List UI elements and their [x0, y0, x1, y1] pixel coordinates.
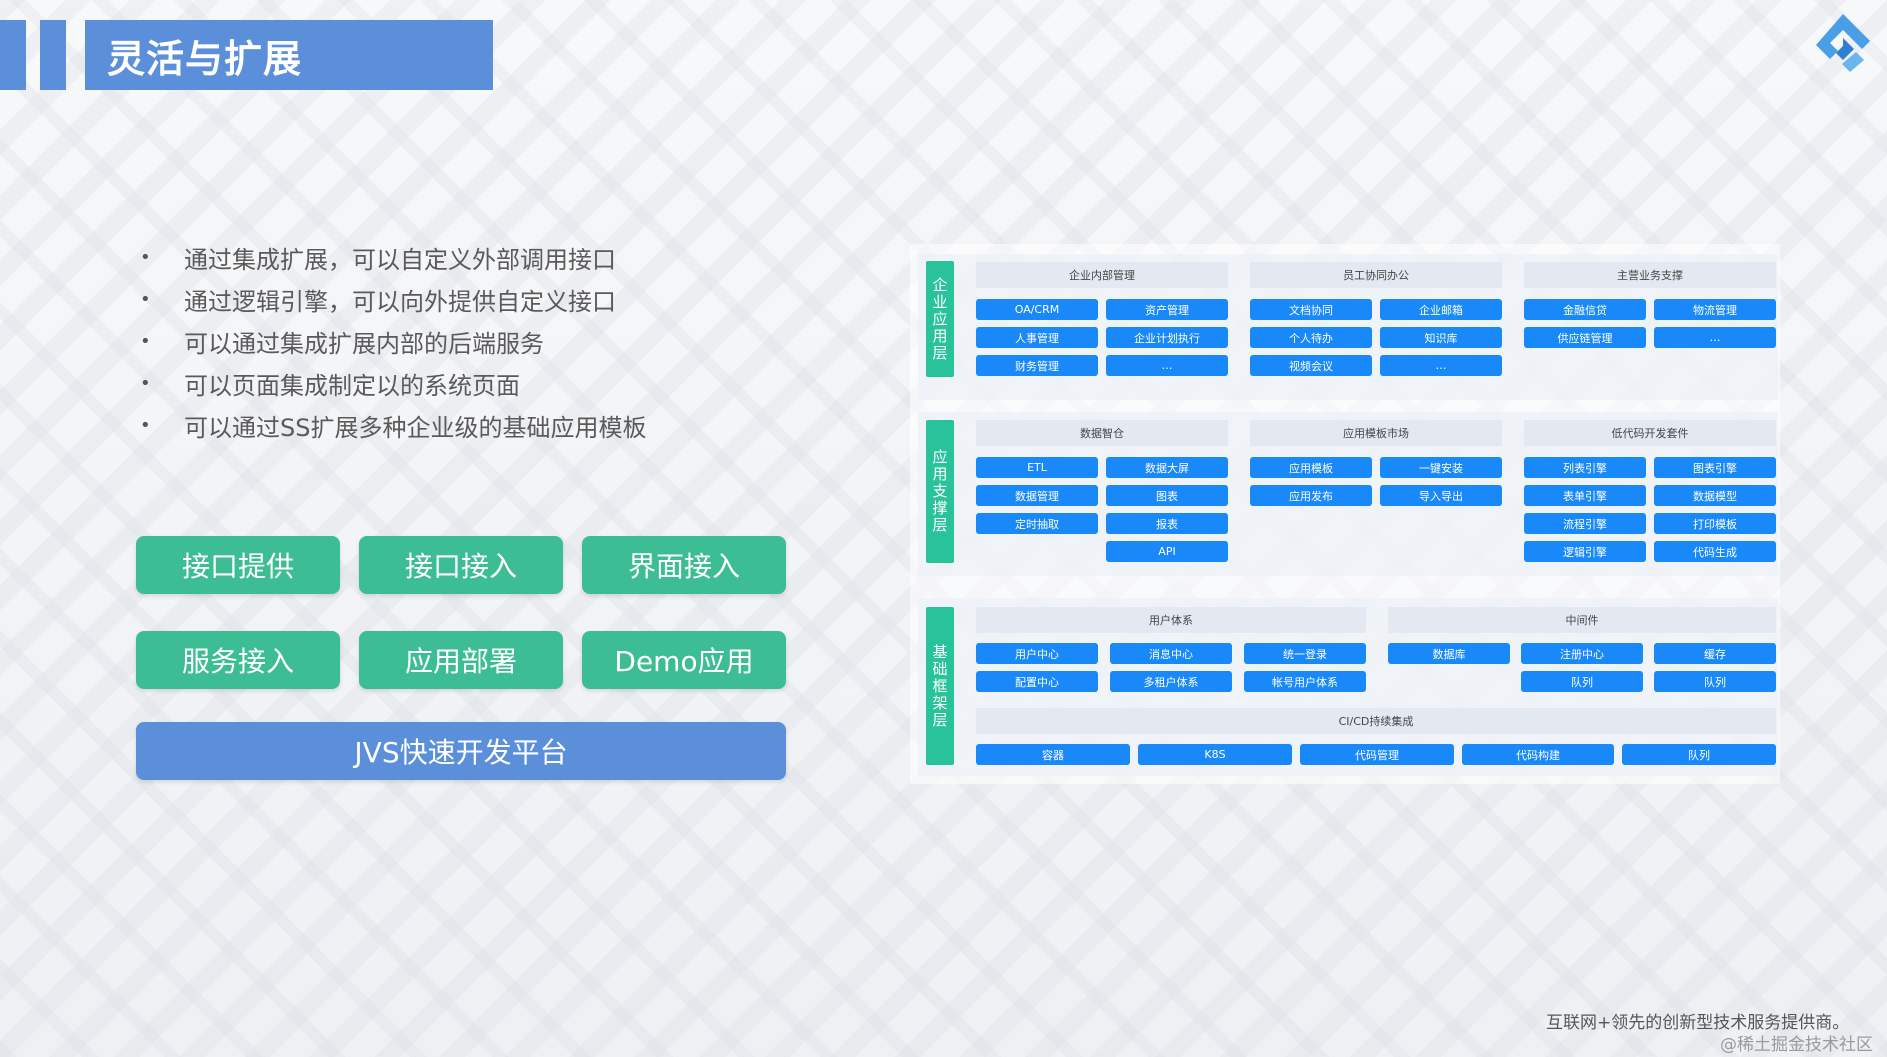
app-deploy-button[interactable]: 应用部署: [359, 631, 563, 689]
section-header: 主营业务支撑: [1524, 262, 1776, 288]
module-chip: 消息中心: [1110, 643, 1232, 664]
module-chip: 容器: [976, 744, 1130, 765]
layer-label-support: 应用支撑层: [926, 420, 954, 563]
module-chip: 个人待办: [1250, 327, 1372, 348]
logo-icon: [1816, 14, 1870, 72]
module-chip: …: [1380, 355, 1502, 376]
module-chip: 资产管理: [1106, 299, 1228, 320]
module-chip: 列表引擎: [1524, 457, 1646, 478]
module-chip: 统一登录: [1244, 643, 1366, 664]
module-chip: 帐号用户体系: [1244, 671, 1366, 692]
list-item: • 通过集成扩展，可以自定义外部调用接口: [140, 236, 646, 278]
module-chip: 代码生成: [1654, 541, 1776, 562]
section-header: 低代码开发套件: [1524, 420, 1776, 446]
module-chip: …: [1654, 327, 1776, 348]
module-chip: 企业邮箱: [1380, 299, 1502, 320]
module-chip: 金融信贷: [1524, 299, 1646, 320]
title-banner: 灵活与扩展: [85, 20, 493, 90]
section-header: 员工协同办公: [1250, 262, 1502, 288]
section-header: 企业内部管理: [976, 262, 1228, 288]
service-access-button[interactable]: 服务接入: [136, 631, 340, 689]
module-chip: 流程引擎: [1524, 513, 1646, 534]
demo-app-button[interactable]: Demo应用: [582, 631, 786, 689]
module-chip: ETL: [976, 457, 1098, 478]
list-item-text: 可以通过集成扩展内部的后端服务: [184, 329, 544, 358]
module-chip: 数据模型: [1654, 485, 1776, 506]
list-item: • 可以通过集成扩展内部的后端服务: [140, 320, 646, 362]
module-chip: 报表: [1106, 513, 1228, 534]
module-chip: 代码构建: [1462, 744, 1614, 765]
module-chip: 队列: [1654, 671, 1776, 692]
module-chip: 配置中心: [976, 671, 1098, 692]
bullet-marker: •: [140, 372, 151, 394]
section-header: 应用模板市场: [1250, 420, 1502, 446]
module-chip: 注册中心: [1521, 643, 1643, 664]
list-item-text: 可以通过SS扩展多种企业级的基础应用模板: [184, 413, 647, 442]
module-chip: 导入导出: [1380, 485, 1502, 506]
module-chip: 应用模板: [1250, 457, 1372, 478]
module-chip: 文档协同: [1250, 299, 1372, 320]
module-chip: 定时抽取: [976, 513, 1098, 534]
api-provide-button[interactable]: 接口提供: [136, 536, 340, 594]
module-chip: 一键安装: [1380, 457, 1502, 478]
bullet-marker: •: [140, 330, 151, 352]
bullet-marker: •: [140, 414, 151, 436]
module-chip: 逻辑引擎: [1524, 541, 1646, 562]
module-chip: 队列: [1521, 671, 1643, 692]
module-chip: …: [1106, 355, 1228, 376]
ui-access-button[interactable]: 界面接入: [582, 536, 786, 594]
list-item: • 可以通过SS扩展多种企业级的基础应用模板: [140, 404, 646, 446]
layer-label-enterprise: 企业应用层: [926, 261, 954, 377]
list-item-text: 通过逻辑引擎，可以向外提供自定义接口: [184, 287, 616, 316]
module-chip: 财务管理: [976, 355, 1098, 376]
section-header: CI/CD持续集成: [976, 708, 1776, 734]
section-header: 用户体系: [976, 607, 1366, 633]
feature-list: • 通过集成扩展，可以自定义外部调用接口 • 通过逻辑引擎，可以向外提供自定义接口 …: [140, 236, 646, 446]
module-chip: 用户中心: [976, 643, 1098, 664]
module-chip: 表单引擎: [1524, 485, 1646, 506]
module-chip: 多租户体系: [1110, 671, 1232, 692]
section-header: 中间件: [1388, 607, 1776, 633]
list-item-text: 通过集成扩展，可以自定义外部调用接口: [184, 245, 616, 274]
module-chip: 队列: [1622, 744, 1776, 765]
module-chip: 图表引擎: [1654, 457, 1776, 478]
module-chip: 打印模板: [1654, 513, 1776, 534]
module-chip: 企业计划执行: [1106, 327, 1228, 348]
module-chip: 人事管理: [976, 327, 1098, 348]
module-chip: 缓存: [1654, 643, 1776, 664]
bullet-marker: •: [140, 288, 151, 310]
module-chip: 知识库: [1380, 327, 1502, 348]
platform-button[interactable]: JVS快速开发平台: [136, 722, 786, 780]
layer-label-framework: 基础框架层: [926, 607, 954, 765]
module-chip: OA/CRM: [976, 299, 1098, 320]
module-chip: 图表: [1106, 485, 1228, 506]
page-title: 灵活与扩展: [107, 36, 303, 81]
module-chip: 应用发布: [1250, 485, 1372, 506]
bullet-marker: •: [140, 246, 151, 268]
module-chip: 供应链管理: [1524, 327, 1646, 348]
section-header: 数据智仓: [976, 420, 1228, 446]
header-accent-bar: [40, 20, 66, 90]
module-chip: 物流管理: [1654, 299, 1776, 320]
header-accent-bar: [0, 20, 26, 90]
module-chip: 数据大屏: [1106, 457, 1228, 478]
module-chip: 数据管理: [976, 485, 1098, 506]
module-chip: 代码管理: [1300, 744, 1454, 765]
module-chip: API: [1106, 541, 1228, 562]
watermark: @稀土掘金技术社区: [1720, 1035, 1873, 1055]
module-chip: K8S: [1138, 744, 1292, 765]
module-chip: 数据库: [1388, 643, 1510, 664]
list-item: • 通过逻辑引擎，可以向外提供自定义接口: [140, 278, 646, 320]
module-chip: 视频会议: [1250, 355, 1372, 376]
list-item-text: 可以页面集成制定以的系统页面: [184, 371, 520, 400]
list-item: • 可以页面集成制定以的系统页面: [140, 362, 646, 404]
api-access-button[interactable]: 接口接入: [359, 536, 563, 594]
